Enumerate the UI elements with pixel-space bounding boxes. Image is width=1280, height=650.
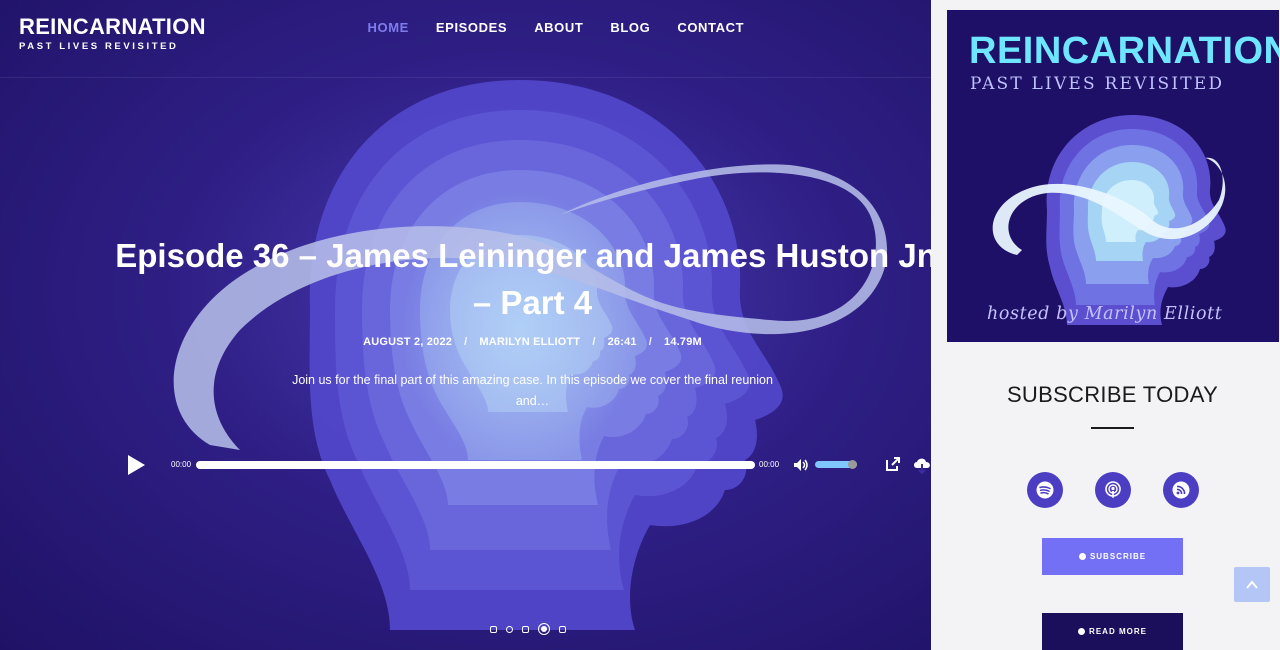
- nav-episodes[interactable]: EPISODES: [422, 20, 520, 38]
- heading-divider: [1091, 427, 1134, 429]
- info-icon: [1078, 628, 1086, 635]
- cover-host: hosted by Marilyn Elliott: [987, 304, 1223, 324]
- read-more-button[interactable]: READ MORE: [1042, 613, 1183, 650]
- episode-size: 14.79M: [664, 336, 702, 348]
- slider-dot-active[interactable]: [538, 623, 550, 635]
- rss-button[interactable]: [1163, 472, 1199, 508]
- episode-date: AUGUST 2, 2022: [363, 336, 453, 348]
- hero-section: REINCARNATION PAST LIVES REVISITED HOME …: [0, 0, 931, 650]
- podcasts-button[interactable]: [1095, 472, 1131, 508]
- play-icon[interactable]: [125, 454, 147, 476]
- read-more-button-label: READ MORE: [1089, 627, 1147, 636]
- episode-duration: 26:41: [607, 336, 637, 348]
- spotify-icon: [1036, 481, 1054, 499]
- progress-bar[interactable]: [196, 461, 755, 469]
- chevron-up-icon: [1246, 580, 1258, 589]
- episode-title[interactable]: Episode 36 – James Leininger and James H…: [115, 232, 931, 326]
- current-time: 00:00: [171, 460, 192, 469]
- meta-separator: /: [592, 336, 596, 348]
- subscribe-heading: SUBSCRIBE TODAY: [1006, 382, 1219, 407]
- main-nav: HOME EPISODES ABOUT BLOG CONTACT: [354, 20, 758, 38]
- cover-subtitle: PAST LIVES REVISITED: [970, 74, 1225, 94]
- episode-excerpt: Join us for the final part of this amazi…: [292, 373, 773, 408]
- rss-icon: [1172, 481, 1190, 499]
- cover-title: REINCARNATION: [969, 30, 1279, 72]
- spotify-button[interactable]: [1027, 472, 1063, 508]
- slider-dot[interactable]: [522, 625, 529, 633]
- total-time: 00:00: [759, 460, 780, 469]
- sidebar: REINCARNATION PAST LIVES REVISITED hoste…: [931, 0, 1280, 650]
- nav-about[interactable]: ABOUT: [521, 20, 597, 38]
- logo-subtitle: PAST LIVES REVISITED: [19, 41, 179, 52]
- podcast-icon: [1078, 553, 1086, 560]
- episode-author[interactable]: MARILYN ELLIOTT: [479, 336, 580, 348]
- download-icon[interactable]: [912, 456, 931, 474]
- slider-pagination: [490, 623, 566, 635]
- logo-title: REINCARNATION: [19, 14, 206, 39]
- subscribe-button[interactable]: SUBSCRIBE: [1042, 538, 1183, 575]
- nav-blog[interactable]: BLOG: [597, 20, 664, 38]
- podcast-icon: [1105, 481, 1121, 498]
- page: REINCARNATION PAST LIVES REVISITED HOME …: [0, 0, 1280, 650]
- slider-dot[interactable]: [490, 625, 497, 633]
- slider-dot[interactable]: [506, 625, 513, 633]
- episode-meta: AUGUST 2, 2022 / MARILYN ELLIOTT / 26:41…: [300, 336, 765, 348]
- meta-separator: /: [464, 336, 468, 348]
- volume-icon[interactable]: [793, 458, 809, 472]
- site-logo[interactable]: REINCARNATION PAST LIVES REVISITED: [19, 14, 206, 53]
- meta-separator: /: [648, 336, 653, 348]
- nav-home[interactable]: HOME: [354, 20, 422, 38]
- subscribe-button-label: SUBSCRIBE: [1089, 552, 1147, 561]
- back-to-top-button[interactable]: [1234, 567, 1270, 602]
- volume-handle[interactable]: [848, 460, 857, 469]
- top-navigation-bar: REINCARNATION PAST LIVES REVISITED HOME …: [0, 0, 931, 78]
- slider-dot[interactable]: [559, 625, 566, 633]
- share-icon[interactable]: [885, 456, 901, 472]
- nav-contact[interactable]: CONTACT: [664, 20, 758, 38]
- podcast-cover-art[interactable]: REINCARNATION PAST LIVES REVISITED hoste…: [947, 10, 1279, 342]
- audio-player: 00:00 00:00: [125, 452, 931, 478]
